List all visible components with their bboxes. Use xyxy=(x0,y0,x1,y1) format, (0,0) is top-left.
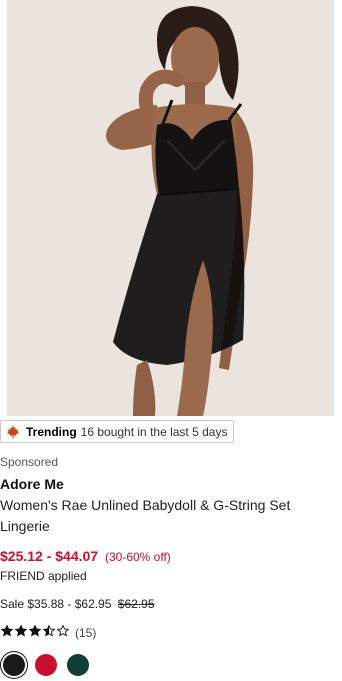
price-line: $25.12 - $44.07 (30-60% off) xyxy=(0,548,171,564)
sale-label: Sale xyxy=(0,597,25,611)
star-half-icon xyxy=(42,624,56,637)
swatch-red[interactable] xyxy=(35,654,57,676)
trending-label: Trending xyxy=(26,424,77,439)
sponsored-label: Sponsored xyxy=(0,455,59,469)
color-swatches xyxy=(3,654,99,676)
brand-name[interactable]: Adore Me xyxy=(0,476,64,492)
rating[interactable]: (15) xyxy=(0,624,97,640)
review-count: (15) xyxy=(75,625,97,640)
model-photo xyxy=(7,0,334,416)
swatch-dark-green[interactable] xyxy=(67,654,89,676)
maple-leaf-icon xyxy=(6,425,20,439)
promo-applied: FRIEND applied xyxy=(0,569,87,583)
star-full-icon xyxy=(0,624,14,637)
swatch-black[interactable] xyxy=(3,654,25,676)
trending-text: 16 bought in the last 5 days xyxy=(80,424,228,439)
original-price: $62.95 xyxy=(117,597,155,611)
sale-range: $35.88 - $62.95 xyxy=(27,597,112,611)
discount-percent: (30-60% off) xyxy=(104,550,171,564)
product-card: Trending 16 bought in the last 5 days Sp… xyxy=(0,0,342,681)
star-rating xyxy=(0,624,71,640)
price-range: $25.12 - $44.07 xyxy=(0,548,99,564)
product-image[interactable] xyxy=(7,0,334,416)
trending-badge: Trending 16 bought in the last 5 days xyxy=(0,420,235,443)
sale-price-line: Sale $35.88 - $62.95 $62.95 xyxy=(0,597,155,611)
star-full-icon xyxy=(28,624,42,637)
product-name-link[interactable]: Women's Rae Unlined Babydoll & G-String … xyxy=(0,495,330,537)
star-empty-icon xyxy=(56,624,70,637)
star-full-icon xyxy=(14,624,28,637)
